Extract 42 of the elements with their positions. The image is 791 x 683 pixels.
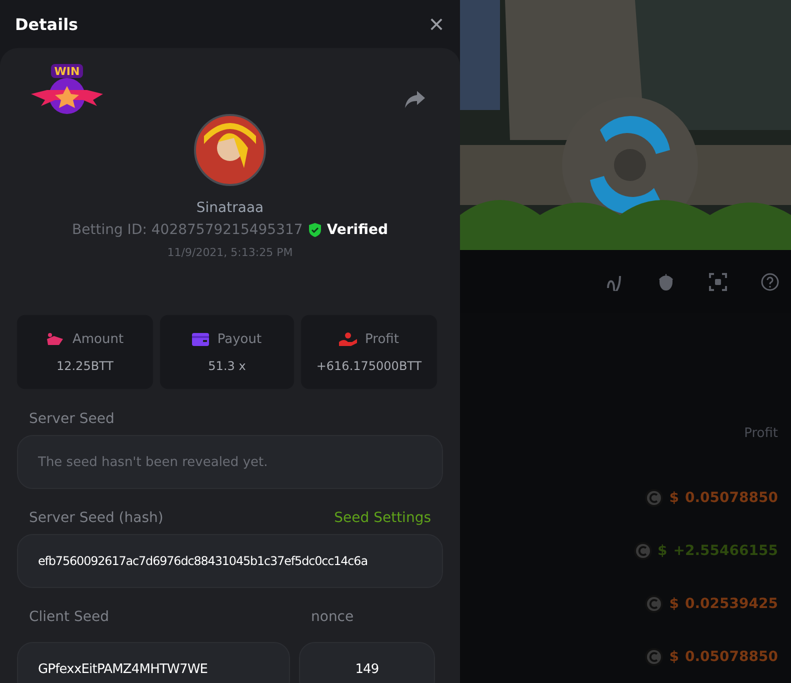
currency-sign: $ (669, 596, 679, 612)
column-header: Profit (744, 426, 778, 441)
verified-label: Verified (326, 222, 388, 238)
profit-amount: 0.02539425 (685, 596, 778, 612)
stat-value: 51.3 x (208, 358, 246, 372)
coin-icon (634, 542, 652, 560)
coin-icon (645, 594, 664, 612)
client-seed-field[interactable]: GPfexxEitPAMZ4MHTW7WE (17, 642, 290, 683)
win-badge: WIN (31, 64, 103, 116)
field-label: Client Seed (29, 609, 109, 625)
coin-icon (645, 648, 664, 666)
field-label: Server Seed (29, 411, 114, 427)
help-icon[interactable] (761, 272, 779, 290)
hash-field[interactable]: efb7560092617ac7d6976dc88431045b1c37ef5dc0cc14c6a (17, 534, 443, 588)
coin-icon (645, 488, 664, 506)
panel-title: Details (15, 14, 78, 34)
bet-time: 11/9/2021, 5:13:25 PM (167, 246, 293, 259)
betting-id: Betting ID: 40287579215495317 (72, 222, 303, 238)
nonce-field[interactable]: 149 (299, 642, 435, 683)
currency-sign: $ (669, 648, 679, 664)
profit-amount: 0.05078850 (685, 490, 778, 506)
shield-check-icon (308, 223, 321, 237)
field-label: Server Seed (hash) (29, 510, 164, 526)
stat-value: 12.25BTT (56, 358, 114, 372)
acorn-icon[interactable] (657, 272, 675, 290)
share-icon[interactable] (405, 91, 425, 108)
stat-label: Profit (365, 332, 399, 346)
stat-label: Payout (217, 332, 262, 346)
avatar (194, 114, 266, 186)
stat-value: +616.175000BTT (316, 358, 422, 372)
field-label: nonce (311, 609, 354, 625)
currency-sign: $ (658, 542, 668, 558)
profit-amount: 0.05078850 (685, 648, 778, 664)
username: Sinatraaa (196, 200, 264, 216)
profit-amount: +2.55466155 (673, 542, 778, 558)
focus-icon[interactable] (709, 272, 727, 290)
stat-label: Amount (72, 332, 124, 346)
currency-sign: $ (669, 490, 679, 506)
close-button[interactable]: × (428, 11, 444, 37)
hand-user-icon (339, 332, 358, 346)
wallet-icon (192, 332, 210, 346)
seed-settings-link[interactable]: Seed Settings (334, 510, 431, 526)
